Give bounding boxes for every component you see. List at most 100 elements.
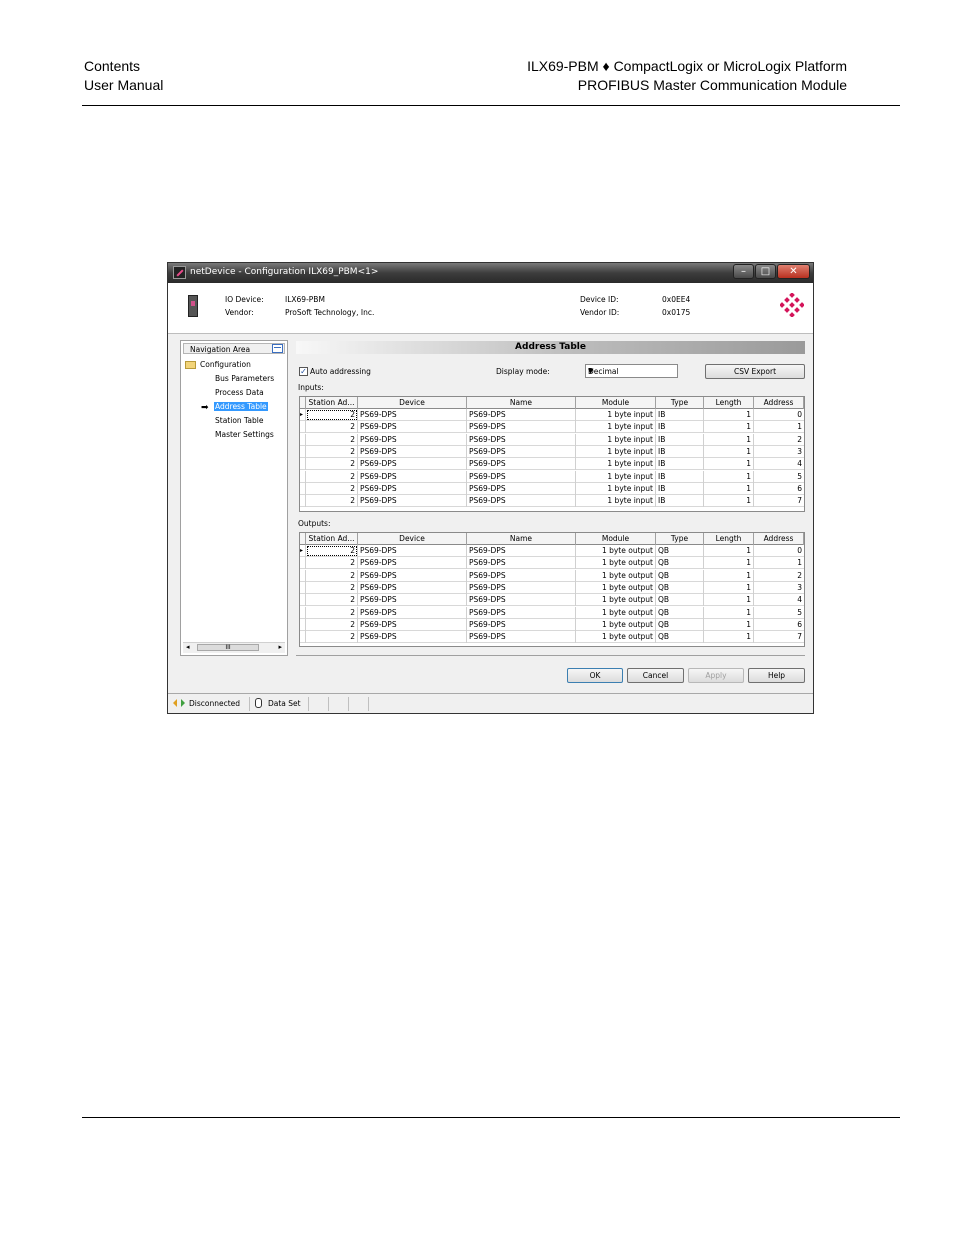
table-row[interactable]: 2 PS69-DPS PS69-DPS 1 byte input IB 1 3	[300, 445, 804, 458]
nav-horizontal-scrollbar[interactable]: ◂ III ▸	[183, 642, 285, 653]
status-divider	[348, 697, 349, 711]
table-cell: QB	[656, 569, 704, 582]
table-cell: QB	[656, 631, 704, 644]
column-header[interactable]: Length	[704, 533, 754, 545]
table-row[interactable]: 2 PS69-DPS PS69-DPS 1 byte input IB 1 1	[300, 421, 804, 434]
app-icon	[173, 266, 186, 279]
column-header[interactable]: Device	[358, 397, 467, 409]
table-cell: IB	[656, 482, 704, 495]
table-cell: QB	[656, 618, 704, 631]
navigation-area: Navigation Area Configuration Bus Parame…	[180, 340, 288, 656]
page-header-right: ILX69-PBM ♦ CompactLogix or MicroLogix P…	[527, 57, 847, 95]
nav-item-process-data[interactable]: Process Data	[215, 388, 264, 397]
status-divider	[308, 697, 309, 711]
table-cell: 1	[704, 495, 754, 508]
table-cell: PS69-DPS	[467, 445, 576, 458]
table-cell: 6	[797, 619, 802, 629]
vendor-id-label: Vendor ID:	[580, 308, 620, 317]
column-header[interactable]: Station Ad...	[306, 533, 358, 545]
table-cell: PS69-DPS	[467, 495, 576, 508]
inputs-table: Station Ad... Device Name Module Type Length A…	[299, 396, 805, 512]
header-product: ILX69-PBM ♦ CompactLogix or MicroLogix P…	[527, 58, 847, 74]
table-header-row: Station Ad... Device Name Module Type Length A…	[300, 397, 804, 409]
table-cell: PS69-DPS	[467, 482, 576, 495]
nav-item-address-table[interactable]: Address Table	[214, 402, 268, 411]
table-row[interactable]: 2 PS69-DPS PS69-DPS 1 byte output QB 1 5	[300, 606, 804, 619]
status-bar: Disconnected Data Set	[168, 693, 813, 713]
table-cell: IB	[656, 458, 704, 471]
nav-item-bus-parameters[interactable]: Bus Parameters	[215, 374, 274, 383]
table-row[interactable]: 2 PS69-DPS PS69-DPS 1 byte output QB 1 4	[300, 594, 804, 607]
nav-item-master-settings[interactable]: Master Settings	[215, 430, 274, 439]
table-cell: 2	[797, 570, 802, 580]
table-cell: 1 byte input	[576, 409, 656, 421]
table-row[interactable]: 2 PS69-DPS PS69-DPS 1 byte output QB 1 6	[300, 618, 804, 631]
column-header[interactable]: Name	[467, 533, 576, 545]
table-row[interactable]: 2 PS69-DPS PS69-DPS 1 byte output QB 1 7	[300, 631, 804, 644]
column-header[interactable]: Name	[467, 397, 576, 409]
column-header[interactable]: Address	[754, 397, 804, 409]
table-cell: PS69-DPS	[358, 581, 467, 594]
nav-item-station-table[interactable]: Station Table	[215, 416, 263, 425]
table-cell: 1 byte input	[576, 421, 656, 434]
table-cell: 1 byte output	[576, 594, 656, 607]
collapse-panel-icon[interactable]	[272, 344, 283, 353]
table-cell: IB	[656, 433, 704, 446]
inputs-label: Inputs:	[298, 383, 324, 392]
table-cell: 1 byte output	[576, 557, 656, 570]
help-button[interactable]: Help	[748, 668, 805, 683]
apply-button[interactable]: Apply	[688, 668, 744, 683]
column-header[interactable]: Address	[754, 533, 804, 545]
table-cell: 1 byte input	[576, 433, 656, 446]
table-cell: IB	[656, 495, 704, 508]
tree-root-configuration[interactable]: Configuration	[200, 360, 251, 369]
header-user-manual: User Manual	[84, 77, 164, 93]
table-cell: PS69-DPS	[467, 618, 576, 631]
auto-addressing-checkbox[interactable]: ✓	[299, 367, 308, 376]
scroll-left-icon[interactable]: ◂	[186, 643, 190, 651]
scroll-thumb[interactable]: III	[197, 644, 259, 651]
ok-button[interactable]: OK	[567, 668, 623, 683]
table-cell: PS69-DPS	[467, 433, 576, 446]
table-row[interactable]: 2 PS69-DPS PS69-DPS 1 byte input IB 1 6	[300, 482, 804, 495]
display-mode-select[interactable]: Decimal ▼	[585, 364, 678, 378]
table-cell: 1 byte input	[576, 458, 656, 471]
table-row[interactable]: 2 PS69-DPS PS69-DPS 1 byte output QB 1 1	[300, 557, 804, 570]
table-row[interactable]: 2 PS69-DPS PS69-DPS 1 byte input IB 1 4	[300, 458, 804, 471]
table-cell: 2	[306, 618, 358, 631]
table-row[interactable]: 2 PS69-DPS PS69-DPS 1 byte output QB 1 2	[300, 569, 804, 582]
column-header[interactable]: Type	[656, 397, 704, 409]
table-cell: 2	[306, 470, 358, 483]
table-cell: PS69-DPS	[358, 569, 467, 582]
table-row[interactable]: 2 PS69-DPS PS69-DPS 1 byte output QB 1 3	[300, 581, 804, 594]
minimize-button[interactable]: –	[733, 264, 754, 279]
table-cell: 1	[704, 581, 754, 594]
column-header[interactable]: Module	[576, 533, 656, 545]
table-cell: 1	[704, 569, 754, 582]
table-row[interactable]: 2 PS69-DPS PS69-DPS 1 byte input IB 1 5	[300, 470, 804, 483]
column-header[interactable]: Station Ad...	[306, 397, 358, 409]
table-cell: PS69-DPS	[358, 618, 467, 631]
table-cell: PS69-DPS	[358, 482, 467, 495]
maximize-button[interactable]: □	[755, 264, 776, 279]
navigation-header: Navigation Area	[183, 343, 285, 354]
scroll-right-icon[interactable]: ▸	[278, 643, 282, 651]
table-cell: IB	[656, 421, 704, 434]
column-header[interactable]: Type	[656, 533, 704, 545]
netdevice-window: netDevice - Configuration ILX69_PBM<1> –…	[167, 262, 814, 714]
column-header[interactable]: Module	[576, 397, 656, 409]
csv-export-button[interactable]: CSV Export	[705, 364, 805, 379]
vendor-value: ProSoft Technology, Inc.	[285, 308, 375, 317]
table-row[interactable]: ▸ 2 PS69-DPS PS69-DPS 1 byte input IB 1 0	[300, 409, 804, 421]
close-button[interactable]: ✕	[777, 264, 810, 279]
table-row[interactable]: ▸ 2 PS69-DPS PS69-DPS 1 byte output QB 1 0	[300, 545, 804, 557]
table-cell: 1 byte output	[576, 545, 656, 557]
header-rule	[82, 105, 900, 106]
table-row[interactable]: 2 PS69-DPS PS69-DPS 1 byte input IB 1 7	[300, 495, 804, 508]
table-row[interactable]: 2 PS69-DPS PS69-DPS 1 byte input IB 1 2	[300, 433, 804, 446]
table-cell: 0	[797, 410, 802, 419]
column-header[interactable]: Device	[358, 533, 467, 545]
column-header[interactable]: Length	[704, 397, 754, 409]
cancel-button[interactable]: Cancel	[627, 668, 684, 683]
title-bar[interactable]: netDevice - Configuration ILX69_PBM<1> –…	[168, 263, 813, 283]
